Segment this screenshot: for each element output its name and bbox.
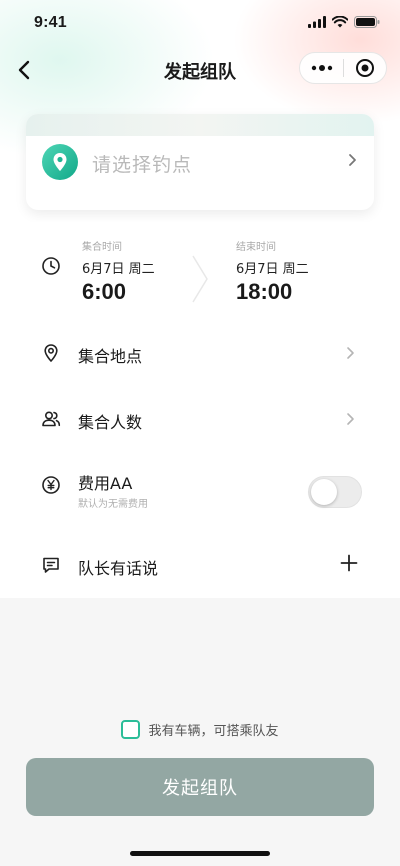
submit-button[interactable]: 发起组队 — [26, 758, 374, 816]
nav-bar: 发起组队 — [0, 48, 400, 92]
car-option[interactable]: 我有车辆，可搭乘队友 — [0, 718, 400, 740]
fee-aa-toggle[interactable] — [308, 476, 362, 508]
fee-aa-label: 费用AA — [78, 474, 133, 493]
fishing-spot-selector[interactable]: 请选择钓点 — [26, 114, 374, 210]
more-dots-icon — [311, 65, 332, 71]
start-time-caption: 集合时间 — [82, 242, 122, 253]
meeting-place-label: 集合地点 — [78, 347, 143, 366]
time-range-picker[interactable]: 集合时间 6月7日 周二 6:00 结束时间 6月7日 周二 18:00 — [0, 222, 400, 322]
clock-icon — [42, 257, 60, 275]
status-icons — [308, 16, 380, 28]
meeting-place-row[interactable]: 集合地点 — [0, 322, 400, 386]
chevron-right-icon — [349, 154, 356, 166]
car-option-label: 我有车辆，可搭乘队友 — [148, 723, 279, 739]
card-decoration — [26, 114, 374, 136]
team-form: 集合时间 6月7日 周二 6:00 结束时间 6月7日 周二 18:00 集合地… — [0, 222, 400, 598]
home-indicator — [130, 851, 270, 856]
start-hour: 6:00 — [82, 279, 127, 304]
battery-icon — [354, 16, 380, 28]
message-icon — [43, 557, 59, 573]
meeting-people-row[interactable]: 集合人数 — [0, 388, 400, 452]
location-icon — [44, 344, 58, 363]
chevron-right-icon — [347, 347, 354, 359]
start-date: 6月7日 周二 — [82, 262, 155, 277]
time-range-divider — [192, 255, 208, 303]
plus-icon[interactable] — [340, 554, 358, 572]
target-icon — [355, 59, 374, 77]
leader-note-row[interactable]: 队长有话说 — [0, 534, 400, 598]
wifi-icon — [332, 16, 348, 28]
end-hour: 18:00 — [236, 279, 293, 304]
people-icon — [42, 411, 61, 427]
leader-note-label: 队长有话说 — [78, 559, 159, 578]
close-button[interactable] — [344, 52, 386, 84]
toggle-knob — [311, 479, 337, 505]
spot-placeholder: 请选择钓点 — [92, 154, 193, 176]
fee-aa-hint: 默认为无需费用 — [78, 499, 148, 510]
status-time: 9:41 — [34, 14, 67, 31]
location-pin-icon — [42, 144, 78, 180]
end-time-caption: 结束时间 — [236, 242, 276, 253]
mini-program-capsule — [299, 52, 387, 84]
fee-aa-row: 费用AA 默认为无需费用 — [0, 454, 400, 534]
end-time[interactable]: 结束时间 6月7日 周二 18:00 — [236, 238, 309, 305]
chevron-right-icon — [347, 413, 354, 425]
start-time[interactable]: 集合时间 6月7日 周二 6:00 — [82, 238, 155, 305]
status-bar: 9:41 — [0, 0, 400, 50]
yen-icon — [42, 476, 60, 494]
meeting-people-label: 集合人数 — [78, 413, 143, 432]
more-button[interactable] — [300, 52, 343, 84]
car-checkbox[interactable] — [121, 719, 141, 739]
end-date: 6月7日 周二 — [236, 262, 309, 277]
signal-icon — [308, 16, 326, 28]
